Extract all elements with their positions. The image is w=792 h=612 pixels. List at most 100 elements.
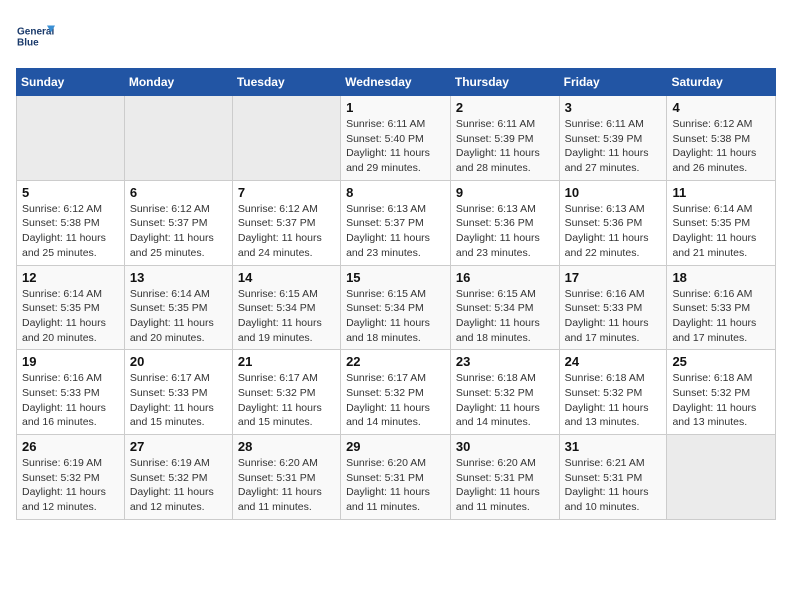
page-header: General Blue <box>16 16 776 56</box>
calendar-week-row: 19 Sunrise: 6:16 AMSunset: 5:33 PMDayligh… <box>17 350 776 435</box>
day-number: 26 <box>22 439 119 454</box>
day-number: 30 <box>456 439 554 454</box>
day-number: 9 <box>456 185 554 200</box>
day-number: 17 <box>565 270 662 285</box>
calendar-cell: 7 Sunrise: 6:12 AMSunset: 5:37 PMDaylight… <box>232 180 340 265</box>
day-number: 11 <box>672 185 770 200</box>
calendar-body: 1 Sunrise: 6:11 AMSunset: 5:40 PMDaylight… <box>17 96 776 520</box>
calendar-cell: 24 Sunrise: 6:18 AMSunset: 5:32 PMDayligh… <box>559 350 667 435</box>
calendar-cell: 31 Sunrise: 6:21 AMSunset: 5:31 PMDayligh… <box>559 435 667 520</box>
day-info: Sunrise: 6:14 AMSunset: 5:35 PMDaylight:… <box>130 287 227 346</box>
day-number: 12 <box>22 270 119 285</box>
day-number: 13 <box>130 270 227 285</box>
calendar-cell: 3 Sunrise: 6:11 AMSunset: 5:39 PMDaylight… <box>559 96 667 181</box>
calendar-cell: 14 Sunrise: 6:15 AMSunset: 5:34 PMDayligh… <box>232 265 340 350</box>
day-info: Sunrise: 6:18 AMSunset: 5:32 PMDaylight:… <box>672 371 770 430</box>
weekday-header-sunday: Sunday <box>17 69 125 96</box>
day-number: 27 <box>130 439 227 454</box>
day-info: Sunrise: 6:18 AMSunset: 5:32 PMDaylight:… <box>565 371 662 430</box>
day-number: 22 <box>346 354 445 369</box>
day-number: 7 <box>238 185 335 200</box>
day-info: Sunrise: 6:15 AMSunset: 5:34 PMDaylight:… <box>346 287 445 346</box>
calendar-cell: 22 Sunrise: 6:17 AMSunset: 5:32 PMDayligh… <box>341 350 451 435</box>
day-number: 29 <box>346 439 445 454</box>
day-number: 21 <box>238 354 335 369</box>
calendar-cell: 19 Sunrise: 6:16 AMSunset: 5:33 PMDayligh… <box>17 350 125 435</box>
calendar-cell <box>232 96 340 181</box>
logo-icon: General Blue <box>16 16 56 56</box>
weekday-header-thursday: Thursday <box>450 69 559 96</box>
day-number: 18 <box>672 270 770 285</box>
day-number: 5 <box>22 185 119 200</box>
day-number: 25 <box>672 354 770 369</box>
calendar-cell: 18Sunrise: 6:16 AMSunset: 5:33 PMDayligh… <box>667 265 776 350</box>
day-info: Sunrise: 6:12 AMSunset: 5:37 PMDaylight:… <box>238 202 335 261</box>
calendar-cell: 1 Sunrise: 6:11 AMSunset: 5:40 PMDaylight… <box>341 96 451 181</box>
svg-text:Blue: Blue <box>17 38 39 49</box>
day-info: Sunrise: 6:12 AMSunset: 5:38 PMDaylight:… <box>22 202 119 261</box>
day-number: 24 <box>565 354 662 369</box>
day-number: 14 <box>238 270 335 285</box>
calendar-cell: 29 Sunrise: 6:20 AMSunset: 5:31 PMDayligh… <box>341 435 451 520</box>
calendar-cell: 9Sunrise: 6:13 AMSunset: 5:36 PMDaylight… <box>450 180 559 265</box>
day-number: 10 <box>565 185 662 200</box>
calendar-cell: 21 Sunrise: 6:17 AMSunset: 5:32 PMDayligh… <box>232 350 340 435</box>
weekday-header-tuesday: Tuesday <box>232 69 340 96</box>
calendar-cell: 5 Sunrise: 6:12 AMSunset: 5:38 PMDaylight… <box>17 180 125 265</box>
calendar-cell: 2 Sunrise: 6:11 AMSunset: 5:39 PMDaylight… <box>450 96 559 181</box>
logo: General Blue <box>16 16 56 56</box>
day-info: Sunrise: 6:13 AMSunset: 5:36 PMDaylight:… <box>565 202 662 261</box>
day-info: Sunrise: 6:11 AMSunset: 5:40 PMDaylight:… <box>346 117 445 176</box>
calendar-cell <box>667 435 776 520</box>
day-info: Sunrise: 6:11 AMSunset: 5:39 PMDaylight:… <box>565 117 662 176</box>
day-number: 4 <box>672 100 770 115</box>
calendar-cell: 16 Sunrise: 6:15 AMSunset: 5:34 PMDayligh… <box>450 265 559 350</box>
day-info: Sunrise: 6:17 AMSunset: 5:32 PMDaylight:… <box>346 371 445 430</box>
day-number: 1 <box>346 100 445 115</box>
calendar-cell: 13 Sunrise: 6:14 AMSunset: 5:35 PMDayligh… <box>124 265 232 350</box>
calendar-cell: 15 Sunrise: 6:15 AMSunset: 5:34 PMDayligh… <box>341 265 451 350</box>
day-number: 20 <box>130 354 227 369</box>
day-info: Sunrise: 6:18 AMSunset: 5:32 PMDaylight:… <box>456 371 554 430</box>
day-info: Sunrise: 6:17 AMSunset: 5:32 PMDaylight:… <box>238 371 335 430</box>
day-info: Sunrise: 6:15 AMSunset: 5:34 PMDaylight:… <box>238 287 335 346</box>
day-info: Sunrise: 6:12 AMSunset: 5:37 PMDaylight:… <box>130 202 227 261</box>
calendar-week-row: 5 Sunrise: 6:12 AMSunset: 5:38 PMDaylight… <box>17 180 776 265</box>
day-info: Sunrise: 6:15 AMSunset: 5:34 PMDaylight:… <box>456 287 554 346</box>
calendar-header-row: SundayMondayTuesdayWednesdayThursdayFrid… <box>17 69 776 96</box>
day-info: Sunrise: 6:13 AMSunset: 5:37 PMDaylight:… <box>346 202 445 261</box>
day-info: Sunrise: 6:11 AMSunset: 5:39 PMDaylight:… <box>456 117 554 176</box>
calendar-cell: 4Sunrise: 6:12 AMSunset: 5:38 PMDaylight… <box>667 96 776 181</box>
day-info: Sunrise: 6:19 AMSunset: 5:32 PMDaylight:… <box>22 456 119 515</box>
weekday-header-wednesday: Wednesday <box>341 69 451 96</box>
weekday-header-saturday: Saturday <box>667 69 776 96</box>
calendar-cell <box>17 96 125 181</box>
day-info: Sunrise: 6:20 AMSunset: 5:31 PMDaylight:… <box>238 456 335 515</box>
day-number: 19 <box>22 354 119 369</box>
logo: General Blue <box>16 16 56 56</box>
day-info: Sunrise: 6:20 AMSunset: 5:31 PMDaylight:… <box>346 456 445 515</box>
day-number: 23 <box>456 354 554 369</box>
day-number: 2 <box>456 100 554 115</box>
day-number: 15 <box>346 270 445 285</box>
calendar-week-row: 12 Sunrise: 6:14 AMSunset: 5:35 PMDayligh… <box>17 265 776 350</box>
calendar-cell: 26 Sunrise: 6:19 AMSunset: 5:32 PMDayligh… <box>17 435 125 520</box>
calendar-cell <box>124 96 232 181</box>
day-number: 31 <box>565 439 662 454</box>
calendar-cell: 28 Sunrise: 6:20 AMSunset: 5:31 PMDayligh… <box>232 435 340 520</box>
calendar-cell: 23 Sunrise: 6:18 AMSunset: 5:32 PMDayligh… <box>450 350 559 435</box>
day-info: Sunrise: 6:21 AMSunset: 5:31 PMDaylight:… <box>565 456 662 515</box>
calendar-table: SundayMondayTuesdayWednesdayThursdayFrid… <box>16 68 776 520</box>
calendar-cell: 17Sunrise: 6:16 AMSunset: 5:33 PMDayligh… <box>559 265 667 350</box>
day-number: 28 <box>238 439 335 454</box>
day-number: 6 <box>130 185 227 200</box>
day-info: Sunrise: 6:16 AMSunset: 5:33 PMDaylight:… <box>22 371 119 430</box>
calendar-cell: 27Sunrise: 6:19 AMSunset: 5:32 PMDayligh… <box>124 435 232 520</box>
day-info: Sunrise: 6:17 AMSunset: 5:33 PMDaylight:… <box>130 371 227 430</box>
calendar-cell: 6 Sunrise: 6:12 AMSunset: 5:37 PMDaylight… <box>124 180 232 265</box>
day-number: 16 <box>456 270 554 285</box>
calendar-week-row: 1 Sunrise: 6:11 AMSunset: 5:40 PMDaylight… <box>17 96 776 181</box>
calendar-cell: 11Sunrise: 6:14 AMSunset: 5:35 PMDayligh… <box>667 180 776 265</box>
calendar-cell: 20 Sunrise: 6:17 AMSunset: 5:33 PMDayligh… <box>124 350 232 435</box>
day-number: 3 <box>565 100 662 115</box>
